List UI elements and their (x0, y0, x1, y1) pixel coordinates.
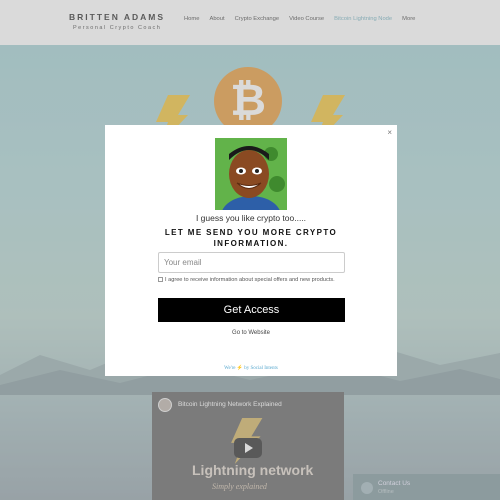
modal-intro-text: I guess you like crypto too..... (195, 213, 307, 223)
signup-modal: × I guess you like crypto too..... LET M… (105, 125, 397, 376)
consent-checkbox[interactable] (158, 277, 163, 282)
avatar (215, 138, 287, 210)
close-icon[interactable]: × (387, 128, 392, 137)
consent-label: I agree to receive information about spe… (165, 277, 335, 283)
modal-heading: LET ME SEND YOU MORE CRYPTO INFORMATION. (164, 228, 338, 248)
powered-by-link[interactable]: We're ⚡ by Social Intents (105, 365, 397, 371)
consent-row: I agree to receive information about spe… (158, 276, 338, 284)
email-field[interactable] (158, 252, 345, 273)
get-access-button[interactable]: Get Access (158, 298, 345, 322)
go-to-website-link[interactable]: Go to Website (105, 330, 397, 336)
